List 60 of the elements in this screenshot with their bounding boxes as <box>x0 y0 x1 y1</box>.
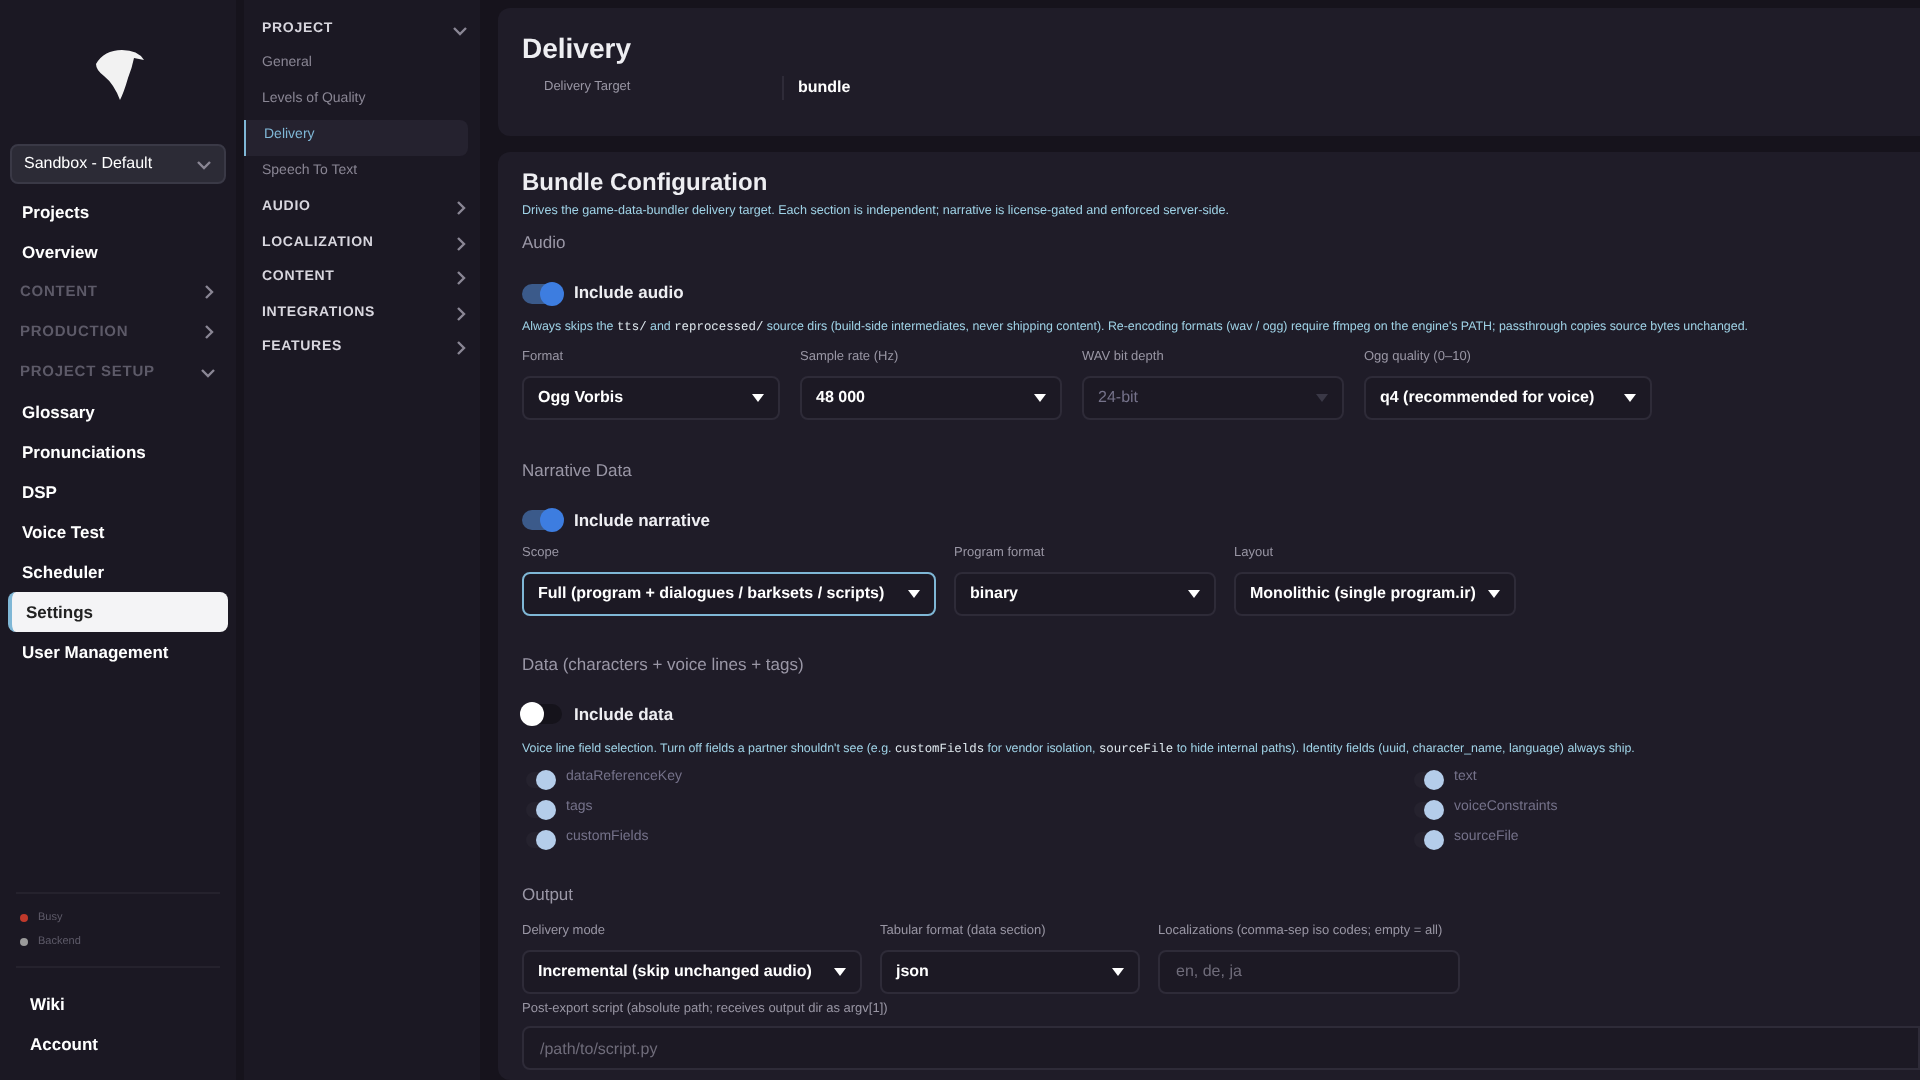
caret-down-icon <box>752 393 764 402</box>
chevron-down-icon <box>200 364 216 380</box>
toggle-label: Include narrative <box>574 507 711 533</box>
chevron-down-icon <box>196 156 212 172</box>
select-dropdown[interactable]: Incremental (skip unchanged audio) <box>522 949 862 994</box>
select-dropdown[interactable]: Monolithic (single program.ir) <box>1234 572 1516 617</box>
footer-link[interactable]: Wiki <box>8 984 228 1024</box>
caret-down-icon <box>1488 590 1500 599</box>
toggle-label: Include data <box>574 701 674 728</box>
toggle-switch[interactable] <box>526 771 554 788</box>
toggle-switch[interactable] <box>526 831 554 848</box>
toggle-switch[interactable] <box>522 704 562 725</box>
chevron-right-icon <box>200 324 216 340</box>
caret-down-icon <box>1316 393 1328 402</box>
workspace-dropdown[interactable]: Sandbox - Default <box>10 144 226 184</box>
subsection-heading: Data (characters + voice lines + tags) <box>522 652 806 678</box>
subsection-heading: Output <box>522 882 576 908</box>
page-title: Delivery <box>522 30 633 68</box>
toggle-switch[interactable] <box>1414 831 1442 848</box>
section-title: Bundle Configuration <box>522 166 770 200</box>
toggle-switch[interactable] <box>526 801 554 818</box>
select-dropdown[interactable]: q4 (recommended for voice) <box>1364 375 1652 420</box>
select-dropdown[interactable]: 48 000 <box>800 375 1062 420</box>
caret-down-icon <box>1624 393 1636 402</box>
caret-down-icon <box>908 590 920 599</box>
nav-link[interactable]: Settings <box>8 592 228 632</box>
toggle-label: Include audio <box>574 280 684 306</box>
toggle-switch[interactable] <box>522 510 562 531</box>
nav-link[interactable]: User Management <box>8 632 228 672</box>
toggle-switch[interactable] <box>1414 771 1442 788</box>
chevron-right-icon <box>452 340 468 357</box>
toggle-switch[interactable] <box>1414 801 1442 818</box>
toggle-switch[interactable] <box>522 283 562 304</box>
footer-link[interactable]: Account <box>8 1024 228 1064</box>
nav-link[interactable]: Overview <box>8 232 228 272</box>
nav-link[interactable]: Projects <box>8 192 228 232</box>
text-input[interactable]: en, de, ja <box>1158 949 1460 994</box>
caret-down-icon <box>834 967 846 976</box>
chevron-down-icon <box>452 21 468 38</box>
text-input[interactable]: /path/to/script.py <box>522 1026 1920 1071</box>
subsection-heading: Narrative Data <box>522 457 634 484</box>
nav-link[interactable]: DSP <box>8 472 228 512</box>
select-dropdown[interactable]: json <box>880 949 1140 994</box>
select-dropdown[interactable]: Full (program + dialogues / barksets / scripts) <box>522 572 936 617</box>
chevron-right-icon <box>452 305 468 322</box>
nav-link[interactable]: Glossary <box>8 392 228 432</box>
nav-link[interactable]: Voice Test <box>8 512 228 552</box>
caret-down-icon <box>1034 393 1046 402</box>
field-value: bundle <box>782 76 851 100</box>
subsection-heading: Audio <box>522 230 568 257</box>
nav-link[interactable]: Scheduler <box>8 552 228 592</box>
chevron-right-icon <box>452 270 468 287</box>
select-dropdown[interactable]: binary <box>954 572 1216 617</box>
chevron-right-icon <box>452 200 468 217</box>
caret-down-icon <box>1188 590 1200 599</box>
select-dropdown[interactable]: Ogg Vorbis <box>522 375 780 420</box>
caret-down-icon <box>1112 967 1124 976</box>
chevron-right-icon <box>452 235 468 252</box>
nav-link[interactable]: Pronunciations <box>8 432 228 472</box>
chevron-right-icon <box>200 284 216 300</box>
